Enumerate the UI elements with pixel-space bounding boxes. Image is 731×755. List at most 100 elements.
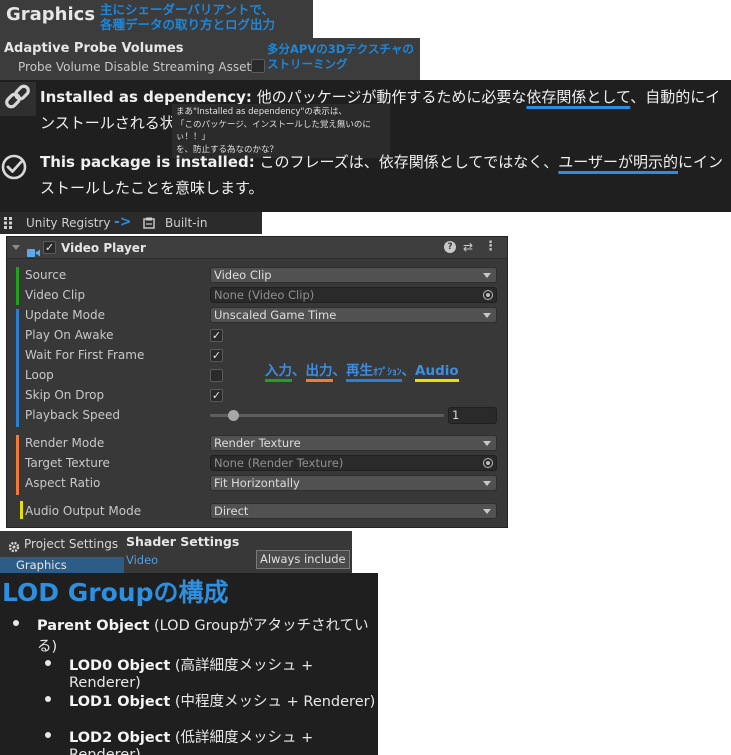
legend-separator: 、 <box>401 363 416 379</box>
lod1-text: (中程度メッシュ + Renderer) <box>170 694 376 710</box>
lod0-bold: LOD0 Object <box>69 658 171 674</box>
shader-settings-panel: Shader Settings Video Always include <box>124 531 352 573</box>
collapse-arrow-icon[interactable] <box>12 245 20 250</box>
video-clip-label: Video Clip <box>25 288 86 302</box>
lod2-bold: LOD2 Object <box>69 730 171 746</box>
legend-playback: 再生 <box>346 363 373 379</box>
help-icon[interactable]: ? <box>444 241 456 253</box>
target-texture-label: Target Texture <box>25 456 110 470</box>
skip-on-drop-checkbox[interactable]: ✓ <box>210 389 223 402</box>
apv-setting-label: Probe Volume Disable Streaming Assets <box>18 60 258 74</box>
legend-input: 入力 <box>265 363 292 382</box>
link-icon <box>0 82 36 116</box>
playback-speed-slider-thumb[interactable] <box>228 410 240 421</box>
source-dropdown[interactable]: Video Clip <box>210 267 497 283</box>
builtin-package-icon <box>143 217 155 232</box>
graphics-annotation-line1: 主にシェーダーバリアントで、 <box>100 2 274 17</box>
graphics-header: Graphics 主にシェーダーバリアントで、 各種データの取り方とログ出力 <box>0 0 313 38</box>
audio-group-bar <box>20 501 23 519</box>
legend-option: ｵﾌﾟｼｮﾝ <box>373 367 402 378</box>
legend-separator: 、 <box>292 363 306 379</box>
bullet <box>45 660 51 666</box>
chevron-down-icon <box>483 273 491 278</box>
video-player-inspector: ✓ Video Player ? ⇄ ⋮ Source Video Clip V… <box>6 236 508 528</box>
object-picker-icon[interactable] <box>483 458 493 468</box>
lod-group-heading: LOD Groupの構成 <box>2 578 229 607</box>
play-on-awake-label: Play On Awake <box>25 328 114 342</box>
playback-group-bar <box>16 309 19 427</box>
bullet <box>45 696 51 702</box>
chevron-down-icon <box>483 313 491 318</box>
settings-item-graphics[interactable]: Graphics <box>0 557 124 573</box>
package-installed-term: This package is installed: <box>40 153 255 171</box>
playback-speed-label: Playback Speed <box>25 408 120 422</box>
object-picker-icon[interactable] <box>483 290 493 300</box>
video-clip-value: None (Video Clip) <box>214 288 315 302</box>
loop-label: Loop <box>25 368 54 382</box>
lod-group-docs: LOD Groupの構成 Parent Object (LOD Groupがアタ… <box>0 573 378 755</box>
skip-on-drop-label: Skip On Drop <box>25 388 105 402</box>
chevron-down-icon <box>483 509 491 514</box>
source-built-in: Built-in <box>165 216 208 230</box>
shader-settings-title: Shader Settings <box>126 534 240 549</box>
video-player-header: ✓ Video Player ? ⇄ ⋮ <box>7 237 507 259</box>
playback-speed-slider-track[interactable] <box>210 414 444 417</box>
render-mode-dropdown[interactable]: Render Texture <box>210 435 497 451</box>
source-label: Source <box>25 268 67 282</box>
audio-output-mode-label: Audio Output Mode <box>25 504 142 518</box>
lod-parent-object: Parent Object (LOD Groupがアタッチされている) <box>37 614 378 656</box>
apv-panel: Adaptive Probe Volumes Probe Volume Disa… <box>0 38 420 80</box>
inst-text-part1: このフレーズは、依存関係としてではなく、 <box>254 153 559 171</box>
tooltip-line1: まあ"Installed as dependency"の表示は、 <box>176 107 347 117</box>
inst-text-underlined: ユーザーが明示的 <box>558 153 678 171</box>
apv-title: Adaptive Probe Volumes <box>4 41 184 56</box>
aspect-ratio-dropdown[interactable]: Fit Horizontally <box>210 475 497 491</box>
audio-output-mode-value: Direct <box>214 504 249 518</box>
wait-first-frame-label: Wait For First Frame <box>25 348 145 362</box>
target-texture-field[interactable]: None (Render Texture) <box>210 455 497 471</box>
apv-annotation: 多分APVの3Dテクスチャの ストリーミング <box>267 42 414 72</box>
update-mode-dropdown[interactable]: Unscaled Game Time <box>210 307 497 323</box>
graphics-annotation: 主にシェーダーバリアントで、 各種データの取り方とログ出力 <box>100 2 275 32</box>
render-mode-value: Render Texture <box>214 436 301 450</box>
lod2-item: LOD2 Object (低詳細度メッシュ + Renderer) <box>69 726 378 755</box>
lod-parent-bold: Parent Object <box>37 618 150 634</box>
loop-checkbox[interactable] <box>210 369 223 382</box>
lod1-bold: LOD1 Object <box>69 694 171 710</box>
apv-streaming-checkbox[interactable] <box>251 59 265 73</box>
legend-separator: 、 <box>332 363 347 379</box>
more-options-icon[interactable]: ⋮ <box>484 239 497 254</box>
target-texture-value: None (Render Texture) <box>214 456 344 470</box>
always-include-dropdown[interactable]: Always include <box>256 550 350 569</box>
tooltip-line2: 「このパッケージ、インストールした覚え無いのにぃ！！」 <box>176 119 371 143</box>
video-camera-icon <box>27 243 40 262</box>
chevron-down-icon <box>483 481 491 486</box>
video-player-title: Video Player <box>61 241 146 255</box>
chevron-down-icon <box>483 441 491 446</box>
legend-playback-options: 再生ｵﾌﾟｼｮﾝ <box>346 363 402 382</box>
component-enabled-checkbox[interactable]: ✓ <box>43 241 56 254</box>
bullet <box>45 732 51 738</box>
playback-speed-input[interactable]: 1 <box>448 407 497 424</box>
group-legend-annotation: 入力、出力、再生ｵﾌﾟｼｮﾝ、Audio <box>265 359 459 382</box>
dependency-docs-panel: Installed as dependency: 他のパッケージが動作するために… <box>0 80 731 212</box>
apv-annotation-line1: 多分APVの3Dテクスチャの <box>267 42 414 56</box>
arrow-annotation: -> <box>114 214 132 230</box>
video-clip-field[interactable]: None (Video Clip) <box>210 287 497 303</box>
presets-sliders-icon[interactable]: ⇄ <box>463 240 473 254</box>
shader-video-label: Video <box>126 553 159 567</box>
package-installed-text: This package is installed: このフレーズは、依存関係と… <box>40 149 725 201</box>
gear-icon <box>8 538 20 557</box>
installed-check-icon <box>0 152 32 190</box>
lod0-item: LOD0 Object (高詳細度メッシュ + Renderer) <box>69 654 378 691</box>
graphics-annotation-line2: 各種データの取り方とログ出力 <box>100 17 276 32</box>
wait-first-frame-checkbox[interactable]: ✓ <box>210 349 223 362</box>
play-on-awake-checkbox[interactable]: ✓ <box>210 329 223 342</box>
grid-dots-icon <box>4 217 14 232</box>
update-mode-label: Update Mode <box>25 308 105 322</box>
audio-output-mode-dropdown[interactable]: Direct <box>210 503 497 519</box>
dep-text-underlined: 依存関係として <box>526 88 631 106</box>
aspect-ratio-value: Fit Horizontally <box>214 476 300 490</box>
apv-annotation-line2: ストリーミング <box>267 57 348 71</box>
aspect-ratio-label: Aspect Ratio <box>25 476 101 490</box>
